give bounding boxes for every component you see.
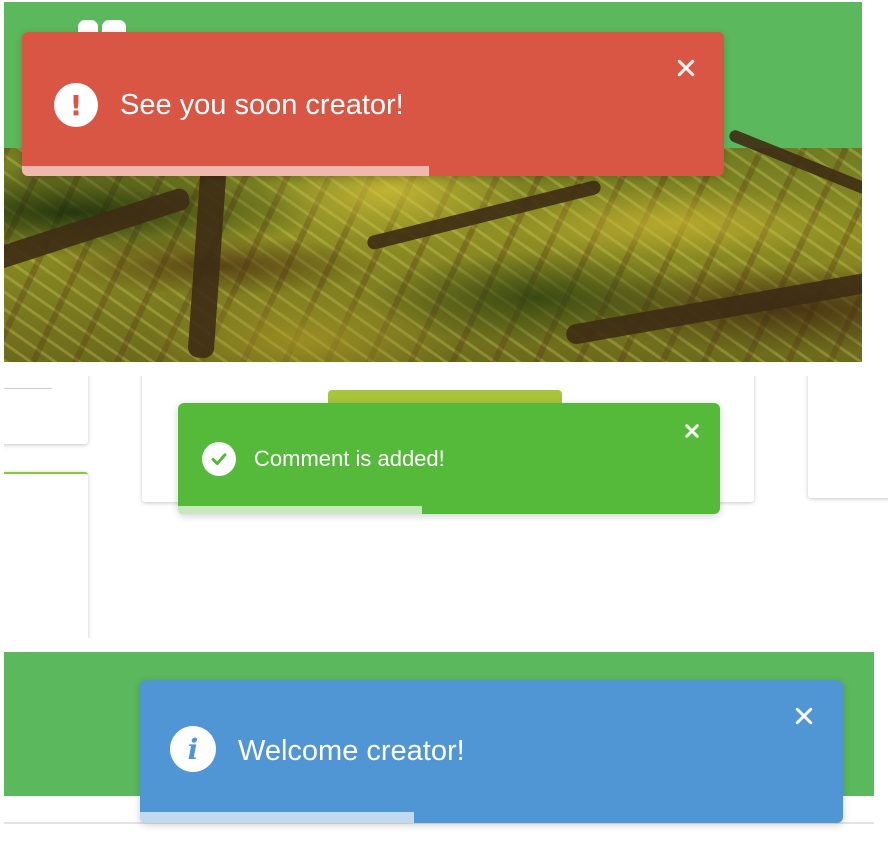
checkmark-icon [202, 442, 236, 476]
toast-progress-bar [140, 812, 415, 823]
hero-foliage-image [4, 128, 862, 362]
close-icon[interactable] [674, 56, 698, 80]
toast-error: ! See you soon creator! [22, 32, 724, 176]
toast-success: Comment is added! [178, 403, 720, 514]
toast-message: Comment is added! [254, 446, 445, 471]
info-icon: i [170, 726, 216, 772]
toast-message: Welcome creator! [238, 735, 465, 767]
toast-progress-bar [178, 506, 422, 514]
toast-info: i Welcome creator! [140, 680, 843, 823]
side-card [4, 376, 88, 444]
toast-message: See you soon creator! [120, 89, 404, 121]
close-icon[interactable] [792, 704, 816, 728]
exclamation-icon: ! [54, 83, 98, 127]
divider [4, 388, 52, 389]
toast-progress-bar [22, 166, 430, 176]
close-icon[interactable] [680, 419, 704, 443]
side-card [4, 472, 88, 638]
side-card [808, 376, 888, 498]
